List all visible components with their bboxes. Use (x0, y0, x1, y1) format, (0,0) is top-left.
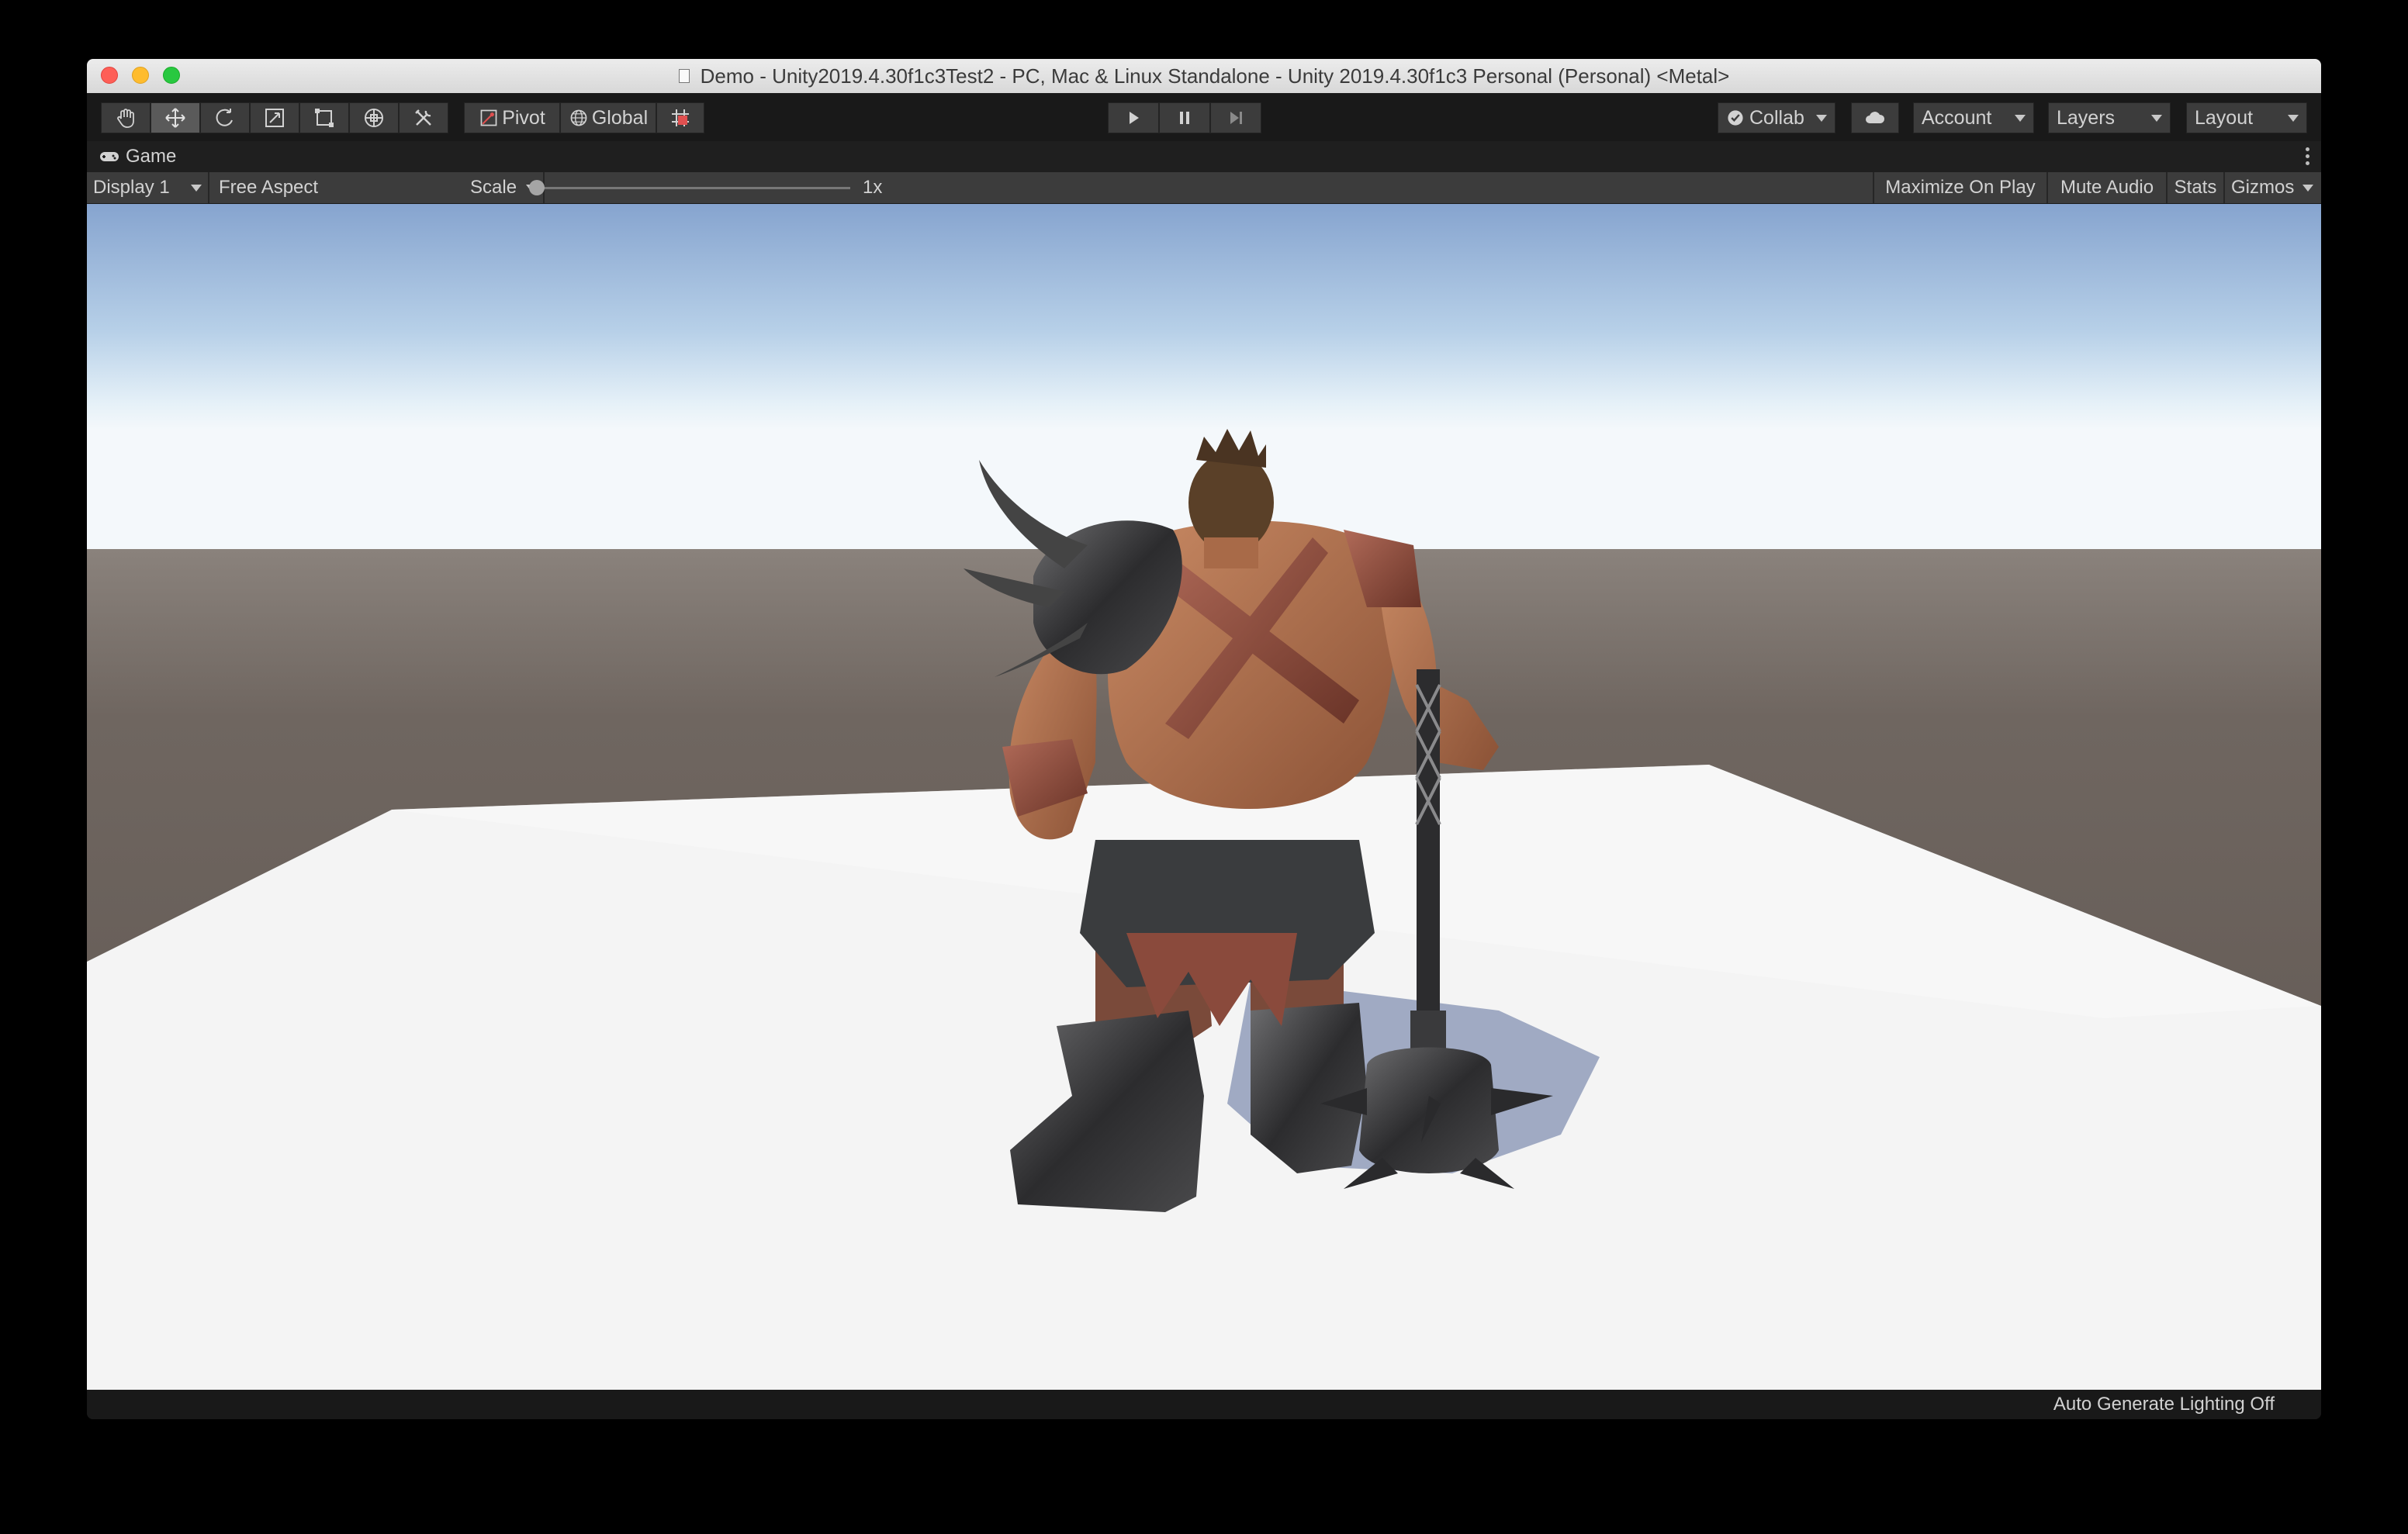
stats-toggle[interactable]: Stats (2168, 172, 2223, 203)
gizmos-label: Gizmos (2231, 177, 2295, 198)
grid-snap-button[interactable] (656, 102, 704, 133)
hand-tool-button[interactable] (101, 102, 150, 133)
collab-dropdown[interactable]: Collab (1718, 102, 1835, 133)
account-dropdown[interactable]: Account (1913, 102, 2034, 133)
account-label: Account (1922, 106, 1992, 129)
stats-label: Stats (2174, 177, 2217, 198)
tab-game[interactable]: Game (87, 141, 176, 172)
step-icon (1230, 112, 1242, 124)
layers-label: Layers (2057, 106, 2116, 129)
cloud-button[interactable] (1851, 102, 1899, 133)
rect-icon (315, 109, 334, 127)
play-button[interactable] (1108, 102, 1159, 133)
layout-dropdown[interactable]: Layout (2186, 102, 2307, 133)
pivot-icon (480, 109, 497, 126)
gamepad-icon (100, 152, 119, 161)
play-icon (1130, 112, 1139, 124)
game-tab-bar: Game (87, 141, 2321, 172)
more-options-icon[interactable] (2306, 147, 2310, 166)
status-bar: Auto Generate Lighting Off (87, 1390, 2321, 1419)
collab-label: Collab (1749, 106, 1804, 129)
transform-tool-button[interactable] (349, 102, 399, 133)
unity-editor-window: Demo - Unity2019.4.30f1c3Test2 - PC, Mac… (87, 59, 2321, 1419)
step-button[interactable] (1210, 102, 1261, 133)
global-label: Global (591, 106, 649, 129)
aspect-label: Free Aspect (219, 177, 319, 198)
lighting-status[interactable]: Auto Generate Lighting Off (2053, 1394, 2275, 1415)
main-toolbar: Pivot Global Collab Account Layers Layou… (87, 93, 2321, 141)
chevron-down-icon (2302, 185, 2313, 192)
chevron-down-icon (2288, 115, 2299, 122)
rotate-tool-button[interactable] (200, 102, 250, 133)
game-render (87, 204, 2321, 1390)
move-tool-button[interactable] (150, 102, 200, 133)
transform-icon (365, 109, 383, 127)
document-icon (678, 69, 690, 83)
scale-label: Scale (470, 177, 517, 198)
window-title: Demo - Unity2019.4.30f1c3Test2 - PC, Mac… (700, 64, 1730, 88)
chevron-down-icon (191, 185, 202, 192)
chevron-down-icon (2015, 115, 2026, 122)
display-dropdown[interactable]: Display 1 (87, 172, 208, 203)
chevron-down-icon (1816, 115, 1827, 122)
layout-label: Layout (2195, 106, 2254, 129)
layers-dropdown[interactable]: Layers (2048, 102, 2171, 133)
pause-icon (1180, 112, 1189, 124)
maximize-on-play-toggle[interactable]: Maximize On Play (1874, 172, 2046, 203)
rotate-icon (216, 109, 233, 126)
mute-audio-label: Mute Audio (2060, 177, 2154, 198)
title-bar: Demo - Unity2019.4.30f1c3Test2 - PC, Mac… (87, 59, 2321, 94)
chevron-down-icon (2151, 115, 2162, 122)
check-circle-icon (1728, 110, 1743, 126)
global-toggle[interactable]: Global (560, 102, 656, 133)
game-viewport[interactable] (87, 204, 2321, 1390)
rect-tool-button[interactable] (299, 102, 349, 133)
scale-slider-thumb[interactable] (529, 180, 545, 195)
maximize-on-play-label: Maximize On Play (1885, 177, 2036, 198)
game-tab-label: Game (126, 146, 177, 167)
pivot-label: Pivot (502, 106, 545, 129)
mute-audio-toggle[interactable]: Mute Audio (2048, 172, 2166, 203)
scale-slider-track[interactable] (537, 187, 850, 189)
move-icon (165, 108, 185, 128)
grid-snap-icon (672, 109, 689, 126)
window-title-container: Demo - Unity2019.4.30f1c3Test2 - PC, Mac… (87, 59, 2321, 93)
pivot-toggle[interactable]: Pivot (464, 102, 560, 133)
cloud-icon (1866, 112, 1885, 123)
gizmos-dropdown[interactable]: Gizmos (2225, 172, 2321, 203)
game-view-toolbar: Display 1 Free Aspect Scale 1x Maximize … (87, 172, 2321, 204)
display-label: Display 1 (93, 177, 170, 198)
scale-tool-button[interactable] (250, 102, 299, 133)
scale-icon (265, 109, 284, 127)
globe-icon (570, 109, 587, 126)
custom-tool-button[interactable] (399, 102, 448, 133)
hand-icon (117, 109, 134, 128)
scale-value: 1x (863, 177, 883, 198)
tools-icon (415, 109, 431, 126)
pause-button[interactable] (1159, 102, 1210, 133)
